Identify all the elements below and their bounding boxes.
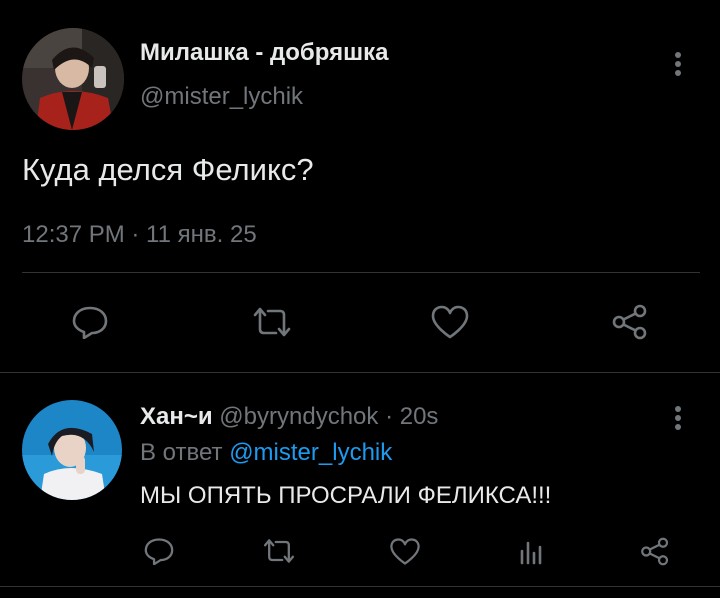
reply-time[interactable]: 20s [400,403,439,430]
reply-handle[interactable]: @byryndychok [219,403,378,430]
main-share-button[interactable] [608,300,652,344]
like-icon [431,305,469,339]
retweet-icon [263,539,295,563]
main-tweet-divider [22,272,700,273]
reply-retweet-button[interactable] [258,532,300,570]
reply-avatar[interactable] [22,400,122,500]
reply-more-button[interactable] [664,402,692,434]
reply-like-button[interactable] [386,532,424,570]
reply-header: Хан~и @byryndychok · 20s [140,402,438,432]
bottom-divider [0,586,720,587]
share-icon [641,537,669,565]
main-tweet-handle[interactable]: @mister_lychik [140,83,303,111]
reply-separator: · [385,403,394,430]
main-tweet-display-name[interactable]: Милашка - добряшка [140,39,388,67]
reply-context: В ответ @mister_lychik [140,438,392,468]
main-retweet-button[interactable] [248,300,296,344]
reply-reply-button[interactable] [140,532,178,570]
reply-display-name[interactable]: Хан~и [140,403,213,430]
reply-icon [72,306,108,339]
more-vertical-icon [675,52,681,76]
share-icon [612,304,647,340]
analytics-icon [520,541,542,565]
thread-divider [0,372,720,373]
main-like-button[interactable] [428,300,472,344]
main-tweet-avatar[interactable] [22,28,124,130]
reply-share-button[interactable] [636,532,674,570]
main-tweet-more-button[interactable] [664,48,692,80]
replying-to-label: В ответ [140,439,223,466]
main-reply-button[interactable] [68,300,112,344]
reply-analytics-button[interactable] [512,532,550,570]
reply-text: МЫ ОПЯТЬ ПРОСРАЛИ ФЕЛИКСА!!! [140,482,552,509]
reply-icon [144,538,174,565]
more-vertical-icon [675,406,681,430]
retweet-icon [253,307,291,337]
replying-to-handle[interactable]: @mister_lychik [229,439,392,466]
main-tweet-timestamp[interactable]: 12:37 PM · 11 янв. 25 [22,221,257,249]
main-tweet-text: Куда делся Феликс? [22,152,314,187]
like-icon [390,537,420,565]
